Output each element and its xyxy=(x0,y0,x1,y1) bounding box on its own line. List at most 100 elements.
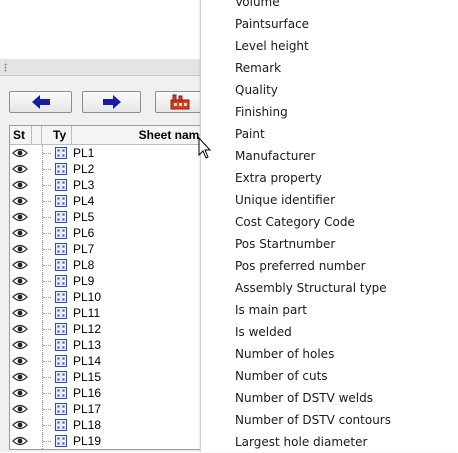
menu-item[interactable]: Number of DSTV welds xyxy=(201,387,458,409)
menu-item[interactable]: Level height xyxy=(201,35,458,57)
table-row[interactable]: PL16 xyxy=(10,385,204,401)
menu-item[interactable]: Number of cuts xyxy=(201,365,458,387)
drag-grip-icon[interactable] xyxy=(4,63,7,72)
table-row[interactable]: PL4 xyxy=(10,193,204,209)
menu-item[interactable]: Pos Startnumber xyxy=(201,233,458,255)
previous-button[interactable] xyxy=(9,91,72,113)
eye-icon[interactable] xyxy=(12,340,28,350)
menu-item[interactable]: Volume xyxy=(201,0,458,13)
sheet-icon xyxy=(55,435,67,447)
column-options-menu: Volume Paintsurface Level height Remark Qual… xyxy=(200,0,458,452)
table-row[interactable]: PL19 xyxy=(10,433,204,449)
menu-item[interactable]: Remark xyxy=(201,57,458,79)
menu-item[interactable]: Is welded xyxy=(201,321,458,343)
sheet-rows: PL1 PL2 PL3 PL4 PL5 PL6 PL7 PL8 PL9 PL10 PL11 PL12 P… xyxy=(10,145,204,449)
eye-icon[interactable] xyxy=(12,244,28,254)
table-row[interactable]: PL2 xyxy=(10,161,204,177)
eye-icon[interactable] xyxy=(12,276,28,286)
eye-icon[interactable] xyxy=(12,436,28,446)
sheet-icon xyxy=(55,179,67,191)
menu-item[interactable]: Manufacturer xyxy=(201,145,458,167)
menu-item[interactable]: Paint xyxy=(201,123,458,145)
factory-button[interactable] xyxy=(155,91,205,113)
table-row[interactable]: PL7 xyxy=(10,241,204,257)
eye-icon[interactable] xyxy=(12,164,28,174)
sheet-icon xyxy=(55,211,67,223)
menu-item[interactable]: Paintsurface xyxy=(201,13,458,35)
sheet-name: PL2 xyxy=(73,162,95,176)
sheet-icon xyxy=(55,147,67,159)
sheet-icon xyxy=(55,419,67,431)
eye-icon[interactable] xyxy=(12,228,28,238)
menu-item[interactable]: Number of DSTV contours xyxy=(201,409,458,431)
sheet-name: PL7 xyxy=(73,242,95,256)
tree-connector xyxy=(42,145,54,161)
eye-icon[interactable] xyxy=(12,196,28,206)
sheet-name: PL19 xyxy=(73,434,102,448)
table-row[interactable]: PL18 xyxy=(10,417,204,433)
sheet-name: PL18 xyxy=(73,418,102,432)
sheet-name: PL16 xyxy=(73,386,102,400)
eye-icon[interactable] xyxy=(12,388,28,398)
menu-item[interactable]: Number of holes xyxy=(201,343,458,365)
sheet-icon xyxy=(55,339,67,351)
tree-connector xyxy=(42,257,54,273)
menu-item[interactable]: Assembly Structural type xyxy=(201,277,458,299)
table-row[interactable]: PL1 xyxy=(10,145,204,161)
sheet-icon xyxy=(55,371,67,383)
arrow-right-icon xyxy=(102,95,121,109)
menu-item[interactable]: Finishing xyxy=(201,101,458,123)
table-row[interactable]: PL6 xyxy=(10,225,204,241)
sheet-name: PL6 xyxy=(73,226,95,240)
table-row[interactable]: PL5 xyxy=(10,209,204,225)
table-row[interactable]: PL8 xyxy=(10,257,204,273)
eye-icon[interactable] xyxy=(12,404,28,414)
sheet-icon xyxy=(55,195,67,207)
sheet-name: PL5 xyxy=(73,210,95,224)
sheet-list-panel: St Ty Sheet name PL1 PL2 PL3 PL4 PL5 PL6 PL7 PL… xyxy=(0,59,205,452)
sheet-icon xyxy=(55,163,67,175)
table-row[interactable]: PL14 xyxy=(10,353,204,369)
sheet-icon xyxy=(55,323,67,335)
table-row[interactable]: PL3 xyxy=(10,177,204,193)
menu-item[interactable]: Is main part xyxy=(201,299,458,321)
sheet-icon xyxy=(55,387,67,399)
eye-icon[interactable] xyxy=(12,292,28,302)
menu-item[interactable]: Quality xyxy=(201,79,458,101)
eye-icon[interactable] xyxy=(12,212,28,222)
table-row[interactable]: PL9 xyxy=(10,273,204,289)
panel-titlebar[interactable] xyxy=(0,59,205,76)
sheet-icon xyxy=(55,259,67,271)
grid-header: St Ty Sheet name xyxy=(10,126,204,145)
status-column-header[interactable]: St xyxy=(10,126,32,144)
table-row[interactable]: PL10 xyxy=(10,289,204,305)
table-row[interactable]: PL15 xyxy=(10,369,204,385)
eye-icon[interactable] xyxy=(12,180,28,190)
table-row[interactable]: PL11 xyxy=(10,305,204,321)
eye-icon[interactable] xyxy=(12,148,28,158)
eye-icon[interactable] xyxy=(12,372,28,382)
eye-icon[interactable] xyxy=(12,356,28,366)
type-column-header[interactable]: Ty xyxy=(50,126,72,144)
menu-item[interactable]: Pos preferred number xyxy=(201,255,458,277)
eye-icon[interactable] xyxy=(12,260,28,270)
sheet-name-column-header[interactable]: Sheet name xyxy=(72,126,204,144)
menu-item[interactable]: Cost Category Code xyxy=(201,211,458,233)
tree-connector xyxy=(42,273,54,289)
sheet-icon xyxy=(55,275,67,287)
table-row[interactable]: PL17 xyxy=(10,401,204,417)
sheet-name: PL17 xyxy=(73,402,102,416)
eye-icon[interactable] xyxy=(12,308,28,318)
next-button[interactable] xyxy=(82,91,141,113)
sheet-icon xyxy=(55,355,67,367)
sheet-toolbar xyxy=(0,87,205,121)
eye-icon[interactable] xyxy=(12,324,28,334)
spacer-column-header[interactable] xyxy=(32,126,42,144)
eye-icon[interactable] xyxy=(12,420,28,430)
menu-item[interactable]: Extra property xyxy=(201,167,458,189)
table-row[interactable]: PL12 xyxy=(10,321,204,337)
sheet-name: PL13 xyxy=(73,338,102,352)
table-row[interactable]: PL13 xyxy=(10,337,204,353)
menu-item[interactable]: Unique identifier xyxy=(201,189,458,211)
menu-item[interactable]: Largest hole diameter xyxy=(201,431,458,453)
